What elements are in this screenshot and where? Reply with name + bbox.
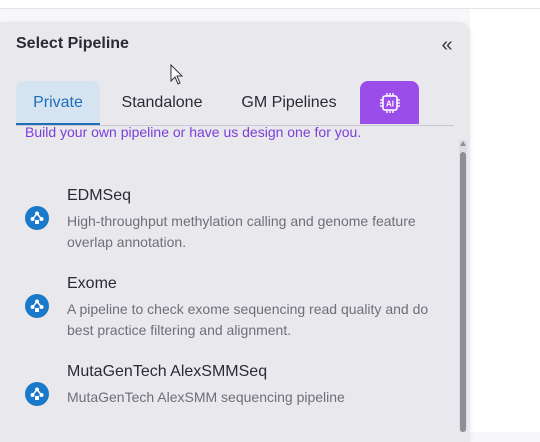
panel-title: Select Pipeline xyxy=(16,35,129,52)
mouse-cursor-icon xyxy=(170,64,184,85)
pipeline-name: Exome xyxy=(67,275,117,292)
pipeline-icon xyxy=(25,206,49,230)
pipeline-icon xyxy=(25,382,49,406)
tab-ai[interactable]: AI xyxy=(360,81,419,124)
collapse-panel-button[interactable]: « xyxy=(437,34,457,56)
pipeline-description: A pipeline to check exome sequencing rea… xyxy=(67,301,429,338)
pipeline-item-exome[interactable]: Exome A pipeline to check exome sequenci… xyxy=(24,275,444,345)
tab-private[interactable]: Private xyxy=(16,81,100,125)
ai-chip-icon: AI xyxy=(379,92,400,113)
scroll-up-arrow-icon[interactable] xyxy=(460,141,466,146)
pipeline-item-edmseq[interactable]: EDMSeq High-throughput methylation calli… xyxy=(24,187,444,257)
svg-text:AI: AI xyxy=(386,99,394,108)
pipeline-name: MutaGenTech AlexSMMSeq xyxy=(67,363,268,380)
pipeline-tabs: Private Standalone GM Pipelines AI xyxy=(16,81,454,126)
pipeline-description: High-throughput methylation calling and … xyxy=(67,213,416,250)
tab-gm-pipelines[interactable]: GM Pipelines xyxy=(236,81,342,124)
pipeline-icon xyxy=(25,294,49,318)
content-area xyxy=(470,9,540,432)
intro-text: Build your own pipeline or have us desig… xyxy=(25,124,362,140)
scrollbar-thumb[interactable] xyxy=(460,152,466,432)
top-bar xyxy=(0,0,540,9)
pipeline-name: EDMSeq xyxy=(67,187,132,204)
pipeline-item-mutagentech[interactable]: MutaGenTech AlexSMMSeq MutaGenTech AlexS… xyxy=(24,363,444,413)
pipeline-description: MutaGenTech AlexSMM sequencing pipeline xyxy=(67,389,345,405)
tab-standalone[interactable]: Standalone xyxy=(114,81,210,124)
